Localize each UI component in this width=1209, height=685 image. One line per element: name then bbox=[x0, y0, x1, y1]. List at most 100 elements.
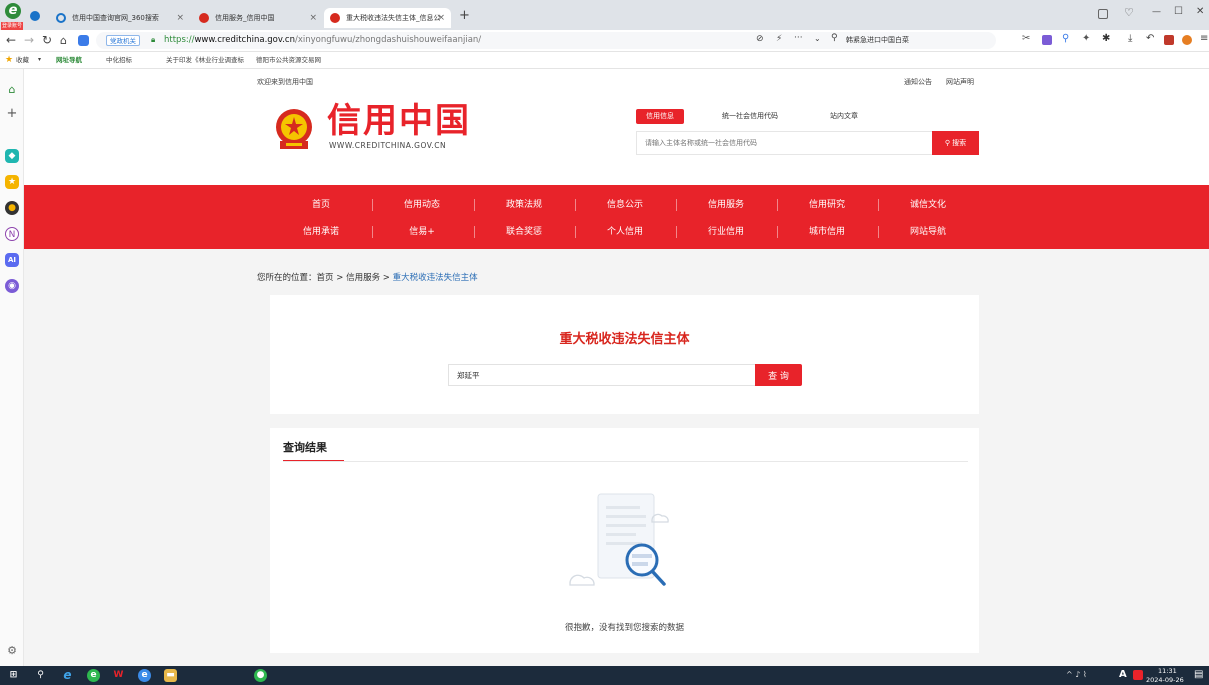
nav-divider bbox=[474, 199, 475, 211]
search-tab-credit-info[interactable]: 信用信息 bbox=[636, 109, 684, 124]
query-title: 重大税收违法失信主体 bbox=[559, 332, 690, 347]
clock-date[interactable]: 2024-09-26 bbox=[1146, 676, 1184, 684]
home-icon[interactable]: ⌂ bbox=[60, 34, 67, 47]
nav-credit-news[interactable]: 信用动态 bbox=[372, 198, 472, 212]
more-icon[interactable]: ··· bbox=[794, 33, 803, 43]
skin-icon[interactable]: ♡ bbox=[1124, 6, 1134, 19]
puzzle-icon[interactable]: ✦ bbox=[1082, 33, 1090, 44]
page-content: 欢迎来到信用中国 通知公告 网站声明 信用中国 WWW.CREDITCHINA.… bbox=[24, 69, 1209, 666]
address-bar[interactable]: 党政机关 🔒︎ https://www.creditchina.gov.cn/x… bbox=[96, 32, 996, 49]
breadcrumb-credit-service[interactable]: 信用服务 bbox=[346, 273, 380, 283]
clock-time[interactable]: 11:31 bbox=[1158, 667, 1177, 675]
nav-policies[interactable]: 政策法规 bbox=[474, 198, 574, 212]
notes-icon[interactable] bbox=[1042, 35, 1052, 45]
wechat-icon[interactable]: ● bbox=[254, 669, 267, 682]
nav-credit-research[interactable]: 信用研究 bbox=[777, 198, 877, 212]
tab-history-icon[interactable] bbox=[30, 11, 40, 21]
nav-credit-service[interactable]: 信用服务 bbox=[676, 198, 776, 212]
search-tab-articles[interactable]: 站内文章 bbox=[830, 109, 858, 124]
query-panel: 重大税收违法失信主体 查 询 bbox=[270, 295, 979, 414]
tab-360-search[interactable]: 信用中国查询官网_360搜索 × bbox=[50, 8, 190, 28]
wps-icon[interactable]: W bbox=[112, 669, 125, 682]
undo-icon[interactable]: ↶ bbox=[1146, 33, 1154, 44]
chevron-up-icon[interactable]: ^ bbox=[1066, 670, 1073, 679]
back-icon[interactable]: ← bbox=[6, 33, 16, 47]
site-search-input[interactable] bbox=[636, 131, 932, 155]
chevron-down-icon[interactable]: ▾ bbox=[38, 52, 41, 68]
ai-icon[interactable]: AI bbox=[5, 253, 19, 267]
windows-start-icon[interactable]: ⊞ bbox=[7, 669, 20, 682]
nav-credit-commitment[interactable]: 信用承诺 bbox=[271, 225, 371, 239]
shield-icon[interactable]: ⊘ bbox=[756, 34, 764, 44]
brand-icon[interactable]: N bbox=[5, 227, 19, 241]
results-panel: 查询结果 很抱歉，没有找到您搜索的数据 bbox=[270, 428, 979, 653]
assistant-icon[interactable] bbox=[1182, 35, 1192, 45]
nav-xinyi-plus[interactable]: 信易+ bbox=[372, 225, 472, 239]
find-icon[interactable]: ⚲ bbox=[1062, 33, 1069, 44]
url-text[interactable]: https://www.creditchina.gov.cn/xinyongfu… bbox=[164, 34, 481, 47]
bookmark-nav[interactable]: 网址导航 bbox=[56, 52, 82, 68]
chat-icon[interactable]: ● bbox=[5, 201, 19, 215]
reload-icon[interactable]: ↻ bbox=[42, 33, 52, 47]
link-notices[interactable]: 通知公告 bbox=[904, 77, 932, 87]
browser-search-text[interactable]: 韩紧急进口中国白菜 bbox=[846, 35, 909, 45]
browser-icon[interactable]: e bbox=[138, 669, 151, 682]
nav-personal-credit[interactable]: 个人信用 bbox=[575, 225, 675, 239]
bookmark-forestry[interactable]: 关于印发《林业行业调查标 bbox=[166, 52, 244, 68]
nav-site-map[interactable]: 网站导航 bbox=[878, 225, 978, 239]
profile-label[interactable]: 登录账号 bbox=[1, 22, 24, 30]
tab-tax-violation[interactable]: 重大税收违法失信主体_信息公 × bbox=[324, 8, 451, 28]
nav-city-credit[interactable]: 城市信用 bbox=[777, 225, 877, 239]
lock-icon: 🔒︎ bbox=[151, 35, 156, 44]
add-icon[interactable]: + bbox=[5, 107, 19, 121]
tab-credit-service[interactable]: 信用服务_信用中国 × bbox=[193, 8, 323, 28]
chevron-down-icon[interactable]: ⌄ bbox=[814, 34, 821, 43]
bookmark-sinochem[interactable]: 中化招标 bbox=[106, 52, 132, 68]
nav-industry-credit[interactable]: 行业信用 bbox=[676, 225, 776, 239]
search-icon[interactable]: ⚲ bbox=[34, 669, 47, 682]
cut-icon[interactable]: ✂ bbox=[1022, 33, 1030, 44]
extensions-icon[interactable]: ✱ bbox=[1102, 33, 1110, 44]
download-icon[interactable]: ⤓ bbox=[1128, 33, 1132, 44]
volume-icon[interactable]: ♪ bbox=[1075, 670, 1083, 679]
nav-joint-rewards[interactable]: 联合奖惩 bbox=[474, 225, 574, 239]
nav-integrity-culture[interactable]: 诚信文化 bbox=[878, 198, 978, 212]
tab-close-icon[interactable]: × bbox=[437, 8, 445, 28]
360-browser-icon[interactable]: e bbox=[87, 669, 100, 682]
menu-icon[interactable]: ≡ bbox=[1200, 33, 1208, 44]
site-search-button[interactable]: ⚲ 搜索 bbox=[932, 131, 979, 155]
tab-close-icon[interactable]: × bbox=[176, 8, 184, 28]
notifications-icon[interactable]: ▤ bbox=[1194, 669, 1203, 680]
breadcrumb-home[interactable]: 首页 bbox=[317, 273, 334, 283]
bookmark-favorites[interactable]: 收藏 bbox=[16, 52, 29, 68]
tab-close-icon[interactable]: × bbox=[309, 8, 317, 28]
bookmark-deyang[interactable]: 德阳市公共资源交易网 bbox=[256, 52, 321, 68]
link-statement[interactable]: 网站声明 bbox=[946, 77, 974, 87]
minimize-button[interactable]: — bbox=[1152, 7, 1161, 17]
query-button[interactable]: 查 询 bbox=[755, 364, 802, 386]
close-window-button[interactable]: ✕ bbox=[1196, 6, 1204, 17]
settings-icon[interactable]: ⚙ bbox=[5, 644, 19, 658]
bolt-icon[interactable]: ⚡︎ bbox=[776, 34, 782, 44]
nav-divider bbox=[372, 199, 373, 211]
favorites-icon[interactable]: ★ bbox=[5, 175, 19, 189]
search-tab-credit-code[interactable]: 统一社会信用代码 bbox=[722, 109, 778, 124]
query-input[interactable] bbox=[448, 364, 755, 386]
nav-home[interactable]: 首页 bbox=[271, 198, 371, 212]
folder-icon[interactable]: ▬ bbox=[164, 669, 177, 682]
browser-logo-icon[interactable]: e bbox=[5, 3, 21, 19]
app-icon[interactable]: ◆ bbox=[5, 149, 19, 163]
robot-icon[interactable]: ◉ bbox=[5, 279, 19, 293]
ie-browser-icon[interactable]: e bbox=[61, 669, 74, 682]
home-icon[interactable]: ⌂ bbox=[5, 83, 19, 97]
nav-publicity[interactable]: 信息公示 bbox=[575, 198, 675, 212]
network-icon[interactable]: ⌇ bbox=[1083, 670, 1087, 679]
extension-icon[interactable] bbox=[78, 35, 89, 46]
new-tab-button[interactable]: + bbox=[459, 8, 470, 23]
tab-list-icon[interactable] bbox=[1098, 9, 1108, 19]
forward-icon[interactable]: → bbox=[24, 33, 34, 47]
ime-indicator[interactable]: A bbox=[1119, 669, 1127, 680]
maximize-button[interactable]: ☐ bbox=[1174, 6, 1183, 17]
bag-icon[interactable] bbox=[1164, 35, 1174, 45]
tray-app-icon[interactable] bbox=[1133, 670, 1143, 680]
